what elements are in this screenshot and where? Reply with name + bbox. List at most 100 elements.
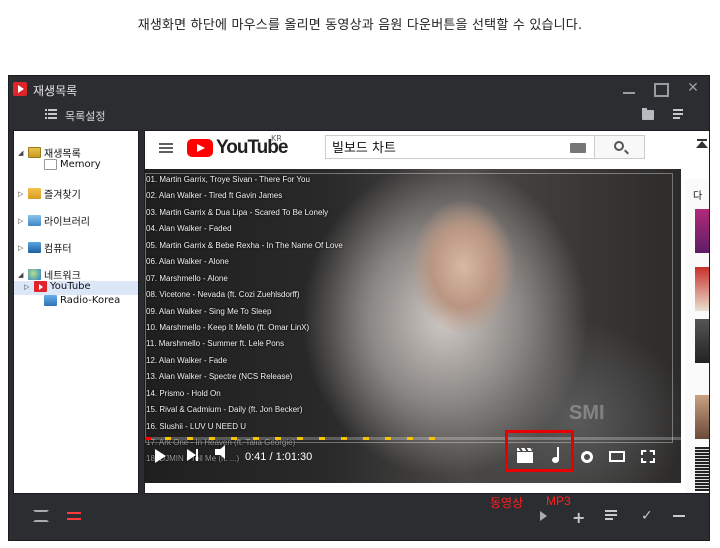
tree-item-youtube[interactable]: ▷ YouTube [14,281,138,295]
related-thumbnail[interactable] [695,209,709,253]
close-button[interactable]: ✕ [685,80,701,96]
search-icon [614,141,624,151]
tracklist-item: 15. Rival & Cadmium - Daily (ft. Jon Bec… [146,405,303,415]
related-thumbnail[interactable] [695,447,709,491]
chapter-marker [209,437,215,440]
tree-item-favorites[interactable]: ▷ 즐겨찾기 [18,186,81,201]
tracklist-item: 11. Marshmello - Summer ft. Lele Pons [146,339,285,349]
fullscreen-button[interactable] [641,450,655,463]
collapse-arrow-icon[interactable]: ▷ [18,244,28,252]
tracklist-item: 02. Alan Walker - Tired ft Gavin James [146,191,283,201]
time-display: 0:41 / 1:01:30 [245,451,313,463]
keyboard-icon[interactable] [570,143,586,153]
title-bar[interactable]: 재생목록 ✕ [9,76,709,103]
add-icon[interactable]: + [572,508,585,527]
youtube-header: YouTube KR [145,131,709,169]
tree-item-memory[interactable]: Memory [44,159,101,173]
tracklist-item: 10. Marshmello - Keep It Mello (ft. Omar… [146,322,310,332]
theater-mode-button[interactable] [609,451,625,462]
play-button[interactable] [155,449,166,463]
minimize-button[interactable] [621,80,637,96]
maximize-button[interactable] [653,80,669,96]
region-badge: KR [271,134,282,143]
check-icon[interactable]: ✓ [641,508,653,524]
window-title: 재생목록 [33,84,78,98]
settings-gear-icon[interactable] [581,451,593,463]
next-button[interactable] [187,449,198,461]
related-thumbnail[interactable] [695,267,709,311]
tracklist-item: 01. Martin Garrix, Troye Sivan - There F… [146,175,310,184]
repeat-icon[interactable] [33,510,49,522]
video-player[interactable]: 01. Martin Garrix, Troye Sivan - There F… [145,169,681,483]
add-folder-icon[interactable] [642,108,654,120]
memory-icon [44,159,57,170]
tracklist-item: 16. Slushii - LUV U NEED U [146,421,247,431]
volume-button[interactable] [215,445,225,459]
video-watermark: SMI [569,402,605,424]
chapter-markers [145,437,681,440]
instruction-caption: 재생화면 하단에 마우스를 올리면 동영상과 음원 다운버튼을 선택할 수 있습… [137,18,583,33]
tracklist-item: 13. Alan Walker - Spectre (NCS Release) [146,372,293,382]
youtube-icon [34,281,47,292]
video-tracklist-overlay: 01. Martin Garrix, Troye Sivan - There F… [145,175,345,471]
chapter-marker [385,437,391,440]
youtube-browser: YouTube KR 01. Martin Garrix, Troye Siva… [144,130,710,494]
youtube-logo-icon[interactable] [187,139,213,157]
tracklist-item: 03. Martin Garrix & Dua Lipa - Scared To… [146,207,329,217]
computer-icon [28,242,41,253]
player-controls: 0:41 / 1:01:30 [145,443,681,473]
chapter-marker [187,437,193,440]
favorites-icon [28,188,41,199]
download-buttons-highlight [505,430,574,472]
play-selected-icon[interactable] [540,511,547,521]
chapter-marker [275,437,281,440]
app-logo-icon [13,82,27,96]
upload-icon[interactable] [696,139,708,151]
playlist-icon [28,147,41,158]
list-settings-icon[interactable] [45,109,57,119]
sort-list-icon[interactable] [673,109,687,121]
tree-item-library[interactable]: ▷ 라이브러리 [18,213,90,228]
related-videos-column: 다 [685,179,709,493]
playlist-settings-button[interactable]: 목록설정 [65,108,105,124]
library-icon [28,215,41,226]
remove-icon[interactable] [673,515,685,517]
collapse-arrow-icon[interactable]: ▷ [18,190,28,198]
tracklist-item: 14. Prismo - Hold On [146,388,221,398]
search-button[interactable] [595,135,645,159]
tracklist-item: 06. Alan Walker - Alone [146,257,229,267]
tracklist-item: 12. Alan Walker - Fade [146,355,228,365]
related-thumbnail[interactable] [695,319,709,363]
tree-item-playlist[interactable]: ◢ 재생목록 [18,145,81,160]
shuffle-icon[interactable] [67,510,83,522]
chapter-marker [429,437,435,440]
sidebar-tree: ◢ 재생목록 Memory ▷ 즐겨찾기 ▷ 라이브러리 ▷ 컴퓨터 ◢ 네트워크 ▷ Yo… [13,130,139,494]
tree-item-network[interactable]: ◢ 네트워크 [18,267,81,282]
tracklist-item: 05. Martin Garrix & Bebe Rexha - In The … [146,240,343,250]
add-to-queue-icon[interactable] [605,510,619,522]
related-thumbnail[interactable] [695,395,709,439]
network-icon [28,269,41,280]
collapse-arrow-icon[interactable]: ▷ [24,283,34,291]
menu-icon[interactable] [159,143,173,153]
expand-arrow-icon[interactable]: ◢ [18,149,28,157]
chapter-marker [363,437,369,440]
related-heading-stub: 다 [693,191,703,202]
chapter-marker [253,437,259,440]
collapse-arrow-icon[interactable]: ▷ [18,217,28,225]
tree-item-computer[interactable]: ▷ 컴퓨터 [18,240,72,255]
expand-arrow-icon[interactable]: ◢ [18,271,28,279]
tree-item-radio-korea[interactable]: Radio-Korea [44,295,120,309]
app-window: 재생목록 ✕ 목록설정 ◢재생목록 Memory ▷즐겨찾기 ▷라이브러리 [8,75,710,541]
chapter-marker [231,437,237,440]
bottom-bar: + ✓ [9,496,709,542]
tracklist-item: 08. Vicetone - Nevada (ft. Cozi Zuehlsdo… [146,290,300,300]
chapter-marker [341,437,347,440]
search-input[interactable] [332,139,552,154]
tracklist-item: 09. Alan Walker - Sing Me To Sleep [146,306,272,316]
chapter-marker [407,437,413,440]
radio-icon [44,295,57,306]
chapter-marker [297,437,303,440]
tracklist-item: 07. Marshmello - Alone [146,273,228,283]
tracklist-item: 04. Alan Walker - Faded [146,224,232,234]
